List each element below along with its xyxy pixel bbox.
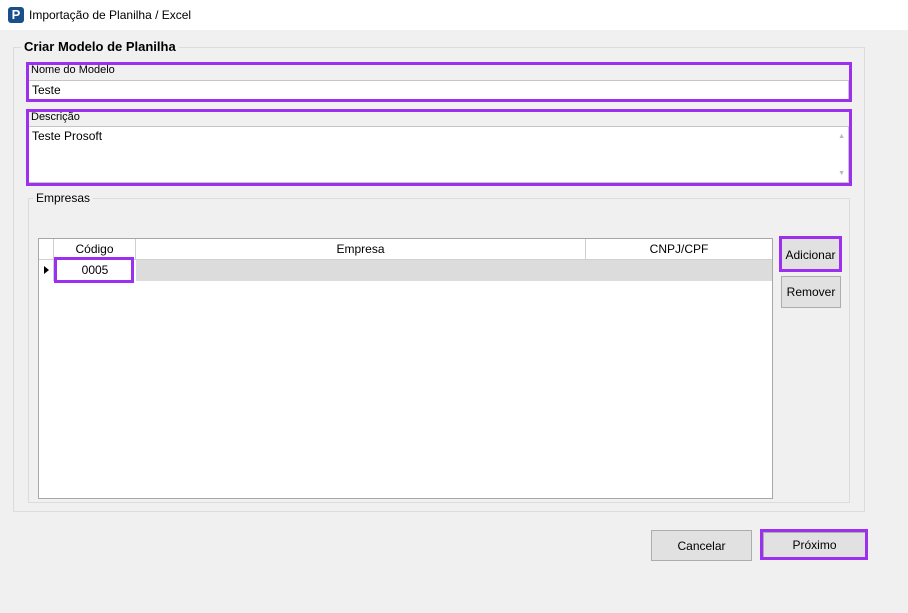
- scroll-up-icon[interactable]: ▲: [838, 133, 845, 141]
- title-bar: P Importação de Planilha / Excel: [0, 0, 908, 30]
- description-text: Teste Prosoft: [32, 129, 103, 143]
- window-title: Importação de Planilha / Excel: [29, 8, 192, 22]
- current-row-arrow-icon: [44, 266, 49, 274]
- section-title: Criar Modelo de Planilha: [21, 39, 179, 54]
- column-header-codigo[interactable]: Código: [54, 239, 136, 259]
- companies-group-title: Empresas: [33, 191, 94, 205]
- cell-cnpj[interactable]: [586, 260, 772, 281]
- model-name-label: Nome do Modelo: [31, 64, 115, 76]
- model-name-input[interactable]: Teste: [28, 80, 849, 100]
- remove-company-button[interactable]: Remover: [781, 276, 841, 308]
- column-header-cnpj[interactable]: CNPJ/CPF: [586, 239, 772, 259]
- description-textarea[interactable]: Teste Prosoft ▲ ▼: [28, 126, 849, 183]
- cell-empresa[interactable]: [136, 260, 586, 281]
- companies-grid[interactable]: Código Empresa CNPJ/CPF 0005: [38, 238, 773, 499]
- scroll-down-icon[interactable]: ▼: [838, 170, 845, 178]
- table-row[interactable]: 0005: [39, 260, 772, 281]
- description-label: Descrição: [31, 111, 80, 123]
- prosoft-app-icon: P: [8, 7, 24, 23]
- cell-codigo[interactable]: 0005: [54, 260, 136, 281]
- grid-header: Código Empresa CNPJ/CPF: [39, 239, 772, 260]
- row-selector[interactable]: [39, 260, 54, 281]
- next-button[interactable]: Próximo: [763, 532, 866, 558]
- row-header-corner: [39, 239, 54, 259]
- add-company-button[interactable]: Adicionar: [781, 238, 840, 271]
- cancel-button[interactable]: Cancelar: [651, 530, 752, 561]
- column-header-empresa[interactable]: Empresa: [136, 239, 586, 259]
